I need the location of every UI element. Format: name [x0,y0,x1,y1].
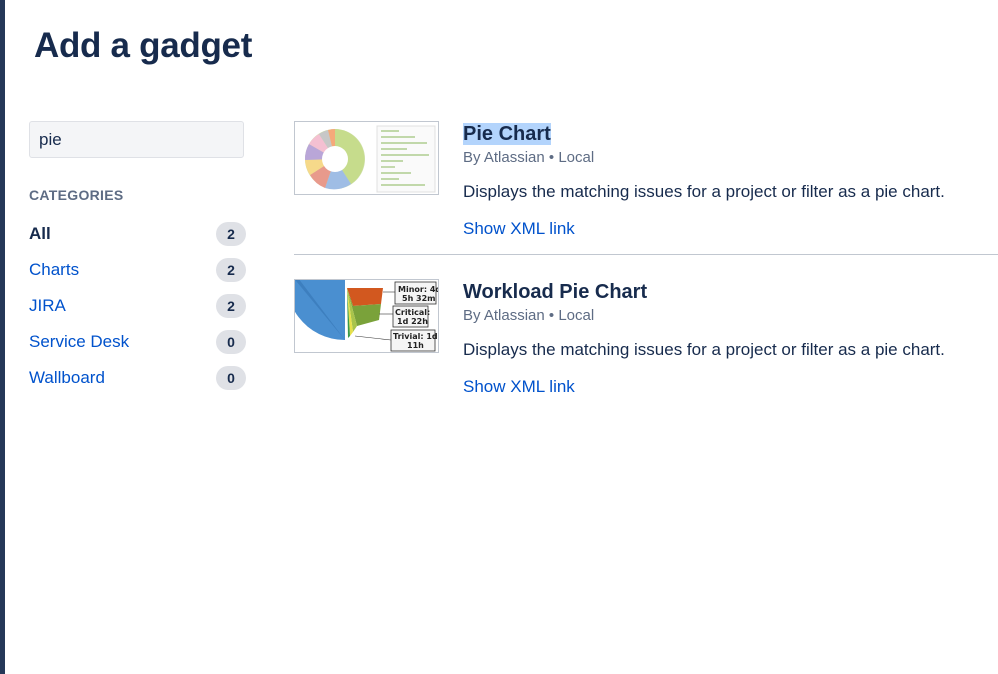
search-input[interactable] [29,121,244,158]
thumb-label-trivial: Trivial: 1d [393,332,438,341]
bullet-separator: • [548,307,555,324]
category-count-badge: 2 [216,258,246,282]
dialog-title: Add a gadget [34,26,253,65]
category-list: All 2 Charts 2 JIRA 2 Service Desk 0 Wal… [29,216,246,396]
gadget-title[interactable]: Workload Pie Chart [463,281,647,304]
categories-heading: CATEGORIES [29,187,124,203]
gadget-author: By Atlassian [463,149,545,166]
thumb-label-minor: Minor: 4d [398,285,438,294]
show-xml-link[interactable]: Show XML link [463,219,575,239]
gadget-description: Displays the matching issues for a proje… [463,340,945,359]
category-wallboard[interactable]: Wallboard 0 [29,360,246,396]
pie-chart-thumbnail [294,121,439,195]
gadget-meta: By Atlassian • Local [463,307,594,324]
category-count-badge: 0 [216,330,246,354]
category-label: Service Desk [29,332,130,351]
category-count-badge: 2 [216,222,246,246]
gadget-item-pie-chart: Pie Chart By Atlassian • Local Displays … [294,119,998,255]
category-jira[interactable]: JIRA 2 [29,288,246,324]
category-all[interactable]: All 2 [29,216,246,252]
gadget-author: By Atlassian [463,307,545,324]
gadget-source: Local [558,307,595,324]
gadget-source: Local [558,149,595,166]
category-charts[interactable]: Charts 2 [29,252,246,288]
show-xml-link[interactable]: Show XML link [463,377,575,397]
gadget-item-workload-pie-chart: Minor: 4d 5h 32m Critical: 1d 22h Trivia… [294,277,998,402]
category-label: JIRA [29,296,66,315]
category-label: All [29,224,51,243]
thumb-label-critical: Critical: [395,308,430,317]
category-service-desk[interactable]: Service Desk 0 [29,324,246,360]
category-count-badge: 0 [216,366,246,390]
thumb-label-critical-time: 1d 22h [397,317,428,326]
bullet-separator: • [548,149,555,166]
category-count-badge: 2 [216,294,246,318]
category-label: Charts [29,260,80,279]
workload-pie-chart-thumbnail: Minor: 4d 5h 32m Critical: 1d 22h Trivia… [294,279,439,353]
gadget-title[interactable]: Pie Chart [463,123,551,146]
add-gadget-dialog: Add a gadget CATEGORIES All 2 Charts 2 J… [5,0,998,674]
thumb-label-minor-time: 5h 32m [402,294,436,303]
thumb-label-trivial-time: 11h [407,341,424,350]
gadget-description: Displays the matching issues for a proje… [463,182,945,201]
gadget-title-text: Pie Chart [463,123,551,145]
gadget-meta: By Atlassian • Local [463,149,594,166]
category-label: Wallboard [29,368,105,387]
